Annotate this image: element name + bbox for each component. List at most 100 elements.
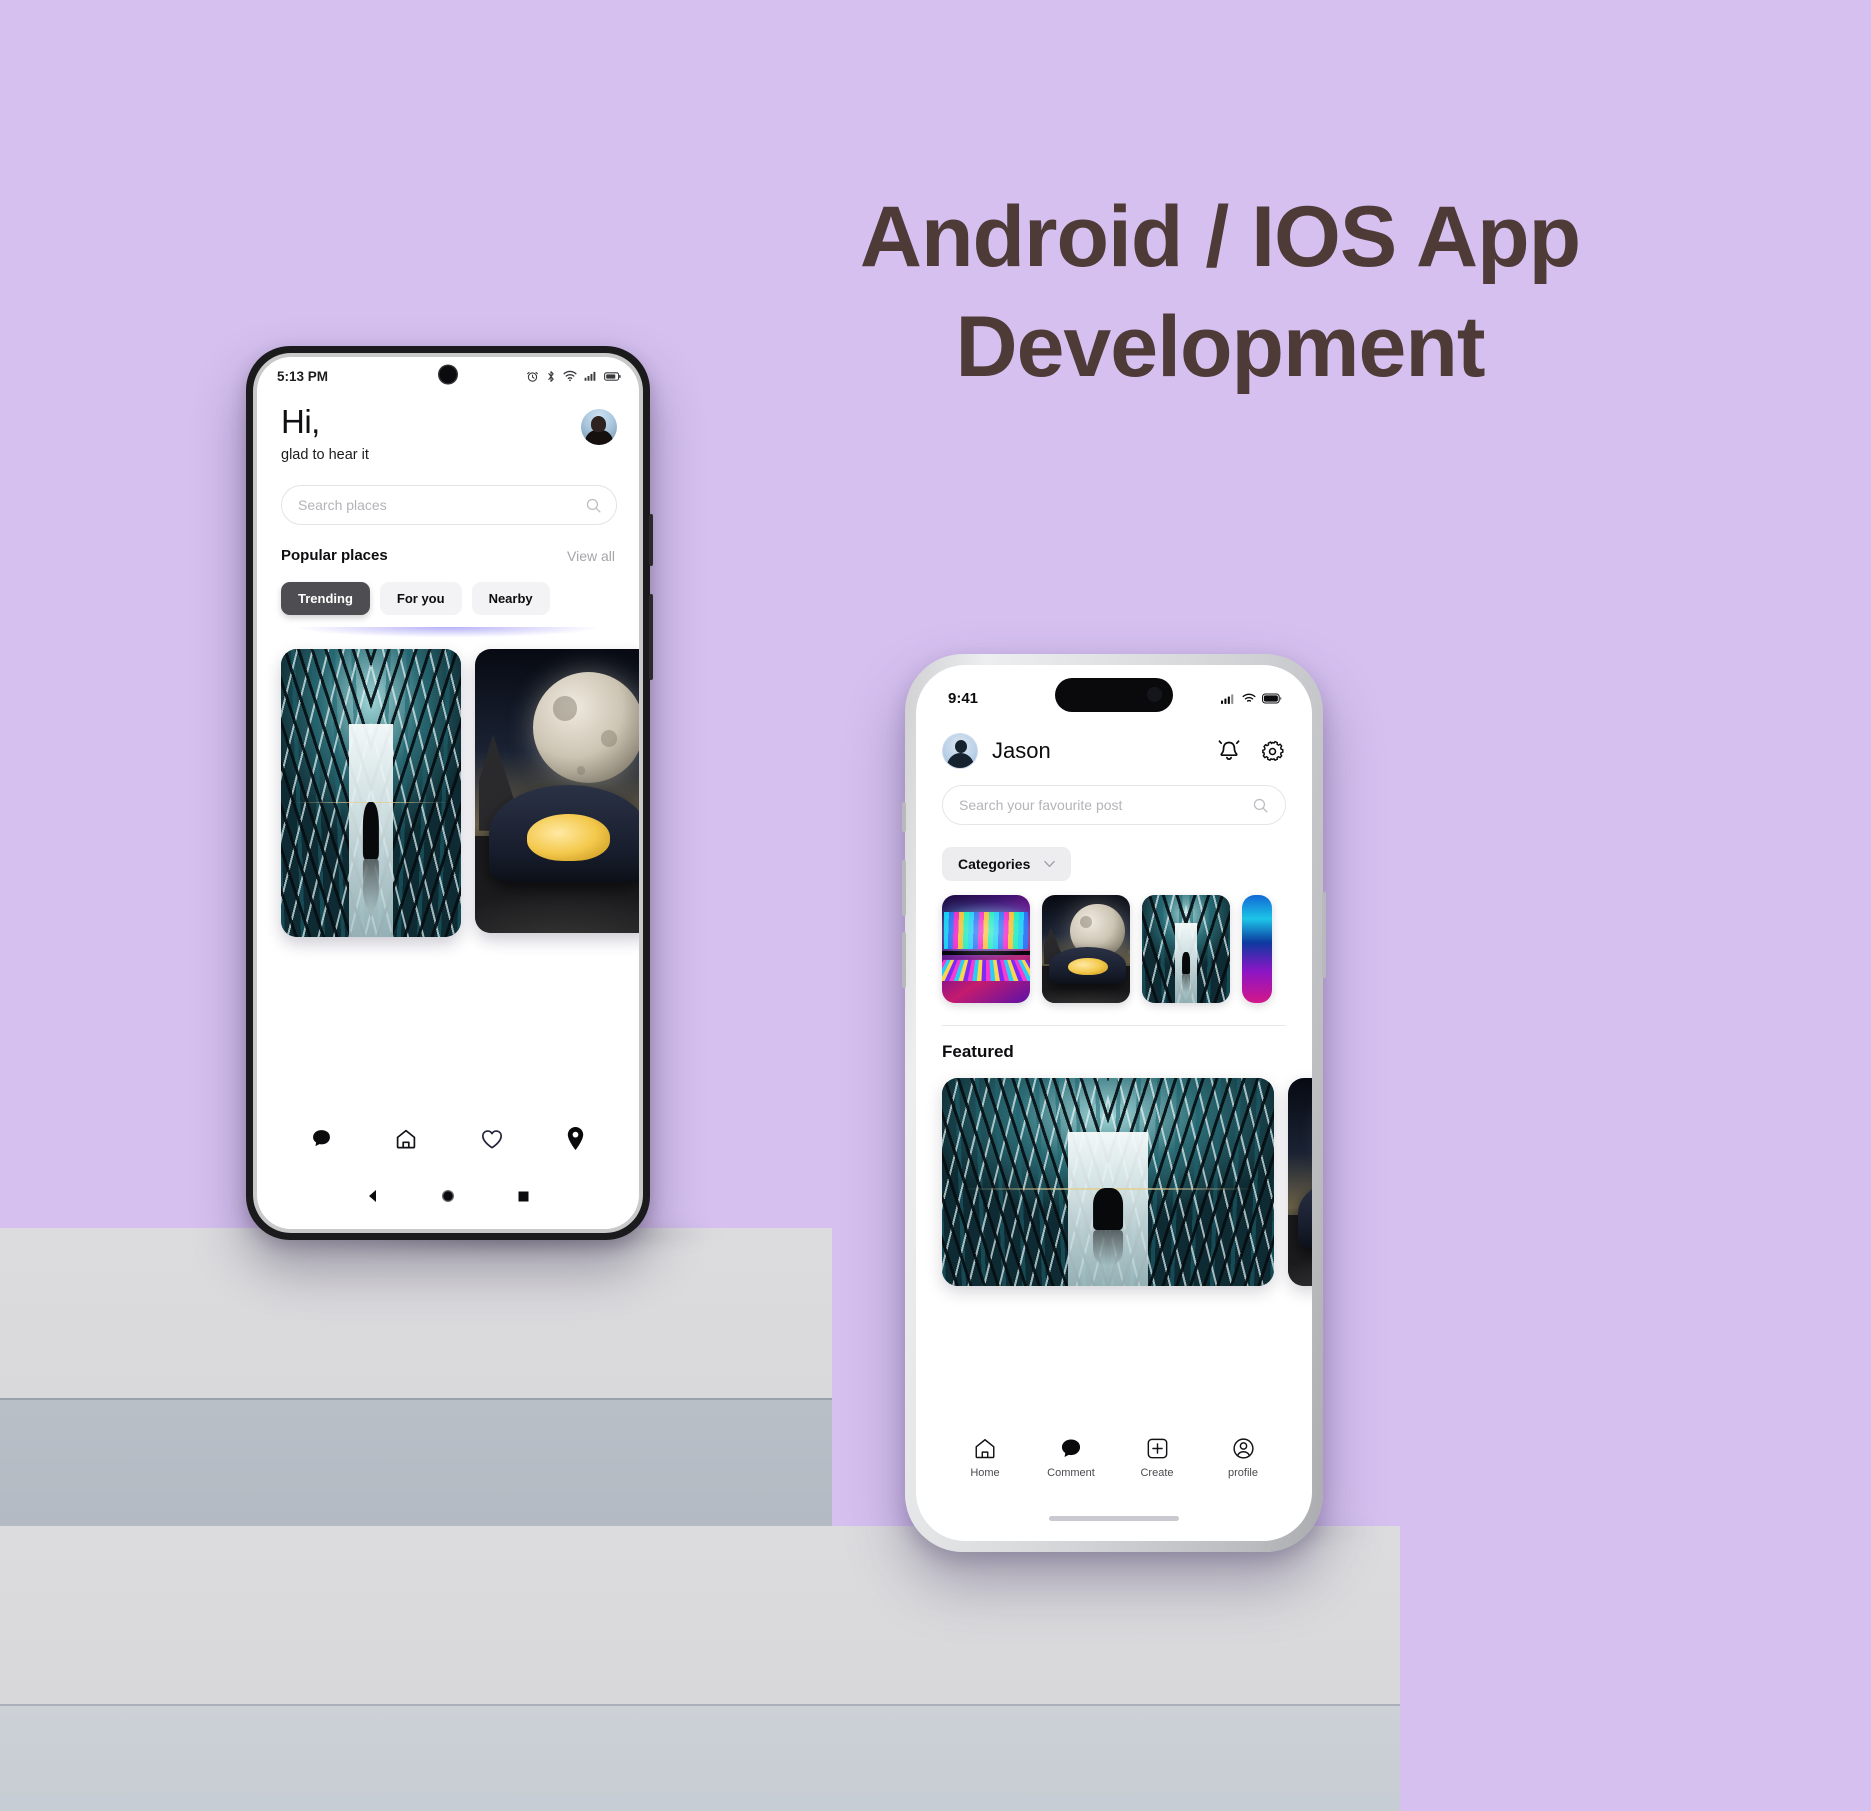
iphone-mockup: 9:41 Jason Search your favourite post Ca…: [902, 654, 1326, 1552]
pedestal-bottom-low: [0, 1704, 1400, 1811]
android-power-button[interactable]: [649, 594, 653, 680]
android-screen: 5:13 PM Hi, glad to hear it Search place…: [257, 357, 639, 1229]
lunar-pod-artwork: [1288, 1078, 1312, 1286]
iphone-screen: 9:41 Jason Search your favourite post Ca…: [916, 665, 1312, 1541]
nav-label-comment: Comment: [1047, 1467, 1095, 1479]
thumbnail-lunar-pod[interactable]: [1042, 895, 1130, 1003]
profile-icon[interactable]: [1231, 1436, 1256, 1461]
featured-carousel[interactable]: [942, 1078, 1312, 1286]
pedestal-bottom-top: [0, 1526, 1400, 1704]
pod-shape: [1297, 1177, 1312, 1249]
search-icon[interactable]: [1252, 797, 1269, 814]
tab-for-you[interactable]: For you: [379, 582, 462, 615]
page-title: Android / IOS App Development: [800, 182, 1640, 402]
tab-trending[interactable]: Trending: [281, 582, 370, 615]
android-status-time: 5:13 PM: [277, 368, 329, 384]
location-pin-icon[interactable]: [565, 1126, 586, 1151]
thumbnail-ice-corridor[interactable]: [1142, 895, 1230, 1003]
nav-label-home: Home: [970, 1467, 1000, 1479]
search-icon[interactable]: [585, 497, 602, 514]
iphone-status-time: 9:41: [948, 689, 979, 707]
android-phone-mockup: 5:13 PM Hi, glad to hear it Search place…: [246, 346, 653, 1240]
home-icon[interactable]: [394, 1127, 418, 1151]
iphone-power-button[interactable]: [1322, 892, 1326, 978]
pedestal-left-middle: [0, 1398, 832, 1526]
android-status-icons: [526, 370, 621, 383]
avatar-head: [955, 740, 967, 753]
place-card-carousel[interactable]: [281, 649, 639, 937]
iphone-app-header: Jason: [916, 717, 1312, 769]
battery-icon: [1262, 693, 1282, 703]
place-card-lunar-pod[interactable]: [475, 649, 639, 933]
featured-card-ice-corridor[interactable]: [942, 1078, 1274, 1286]
alarm-icon: [527, 371, 538, 382]
iphone-volume-down-button[interactable]: [902, 932, 906, 988]
ice-corridor-artwork: [281, 649, 461, 937]
featured-title: Featured: [942, 1042, 1014, 1061]
pedestal-left-top: [0, 1228, 832, 1398]
iphone-bottom-nav: Home Comment Create profile: [916, 1436, 1312, 1479]
nav-item-profile[interactable]: profile: [1205, 1436, 1281, 1479]
android-greeting-row: Hi, glad to hear it: [257, 391, 639, 463]
place-card-ice-corridor[interactable]: [281, 649, 461, 937]
neon-laptop-artwork: [942, 895, 1030, 1003]
categories-dropdown[interactable]: Categories: [942, 847, 1072, 881]
search-bar[interactable]: [281, 485, 617, 525]
tab-nearby[interactable]: Nearby: [471, 582, 550, 615]
category-thumbnail-row[interactable]: [942, 895, 1312, 1003]
view-all-link[interactable]: View all: [567, 548, 615, 564]
nav-item-comment[interactable]: Comment: [1033, 1436, 1109, 1479]
user-name: Jason: [992, 738, 1051, 763]
nav-label-profile: profile: [1228, 1467, 1258, 1479]
avatar[interactable]: [942, 733, 978, 769]
chat-bubble-icon[interactable]: [1058, 1436, 1084, 1461]
android-volume-button[interactable]: [649, 514, 653, 566]
lunar-pod-artwork: [475, 649, 639, 933]
recents-square-icon[interactable]: [517, 1190, 530, 1203]
home-circle-icon[interactable]: [441, 1189, 455, 1203]
dynamic-island: [1055, 678, 1173, 712]
ice-corridor-artwork: [942, 1078, 1274, 1286]
pod-shape: [489, 785, 639, 882]
featured-card-lunar-pod[interactable]: [1288, 1078, 1312, 1286]
nav-label-create: Create: [1140, 1467, 1174, 1479]
android-greeting-text: Hi, glad to hear it: [281, 405, 369, 463]
search-input[interactable]: [959, 797, 1244, 813]
user-block[interactable]: Jason: [942, 733, 1051, 769]
heart-icon[interactable]: [480, 1128, 504, 1150]
search-input[interactable]: [298, 497, 577, 513]
back-icon[interactable]: [366, 1189, 380, 1203]
android-camera-punchhole: [439, 366, 457, 383]
person-silhouette: [1182, 952, 1190, 993]
headline-line-2: Development: [955, 299, 1485, 396]
home-indicator[interactable]: [1049, 1516, 1179, 1521]
iphone-silent-switch[interactable]: [902, 802, 906, 832]
avatar-head: [591, 416, 606, 432]
greeting-subtitle: glad to hear it: [281, 447, 369, 463]
nav-item-create[interactable]: Create: [1119, 1436, 1195, 1479]
iphone-volume-up-button[interactable]: [902, 860, 906, 916]
search-bar[interactable]: [942, 785, 1286, 825]
person-silhouette: [362, 801, 380, 910]
moon-shape: [532, 671, 639, 784]
notification-bell-icon[interactable]: [1215, 737, 1243, 765]
avatar[interactable]: [581, 409, 617, 445]
avatar-body: [585, 430, 613, 445]
bluetooth-icon: [548, 370, 554, 382]
section-divider: [942, 1025, 1286, 1026]
signal-icon: [584, 371, 596, 381]
battery-icon: [604, 371, 621, 381]
android-system-nav: [257, 1179, 639, 1213]
pod-window: [527, 814, 610, 861]
thumbnail-neon-laptop[interactable]: [942, 895, 1030, 1003]
chevron-down-icon[interactable]: [1044, 860, 1056, 868]
nav-item-home[interactable]: Home: [947, 1436, 1023, 1479]
thumbnail-edge-gradient[interactable]: [1242, 895, 1272, 1003]
settings-gear-icon[interactable]: [1259, 738, 1286, 765]
pod-window: [1067, 957, 1108, 976]
create-plus-icon[interactable]: [1145, 1436, 1170, 1461]
home-icon[interactable]: [972, 1436, 998, 1461]
chat-bubble-icon[interactable]: [310, 1127, 333, 1150]
edge-gradient-artwork: [1242, 895, 1272, 1003]
greeting-title: Hi,: [281, 403, 320, 440]
